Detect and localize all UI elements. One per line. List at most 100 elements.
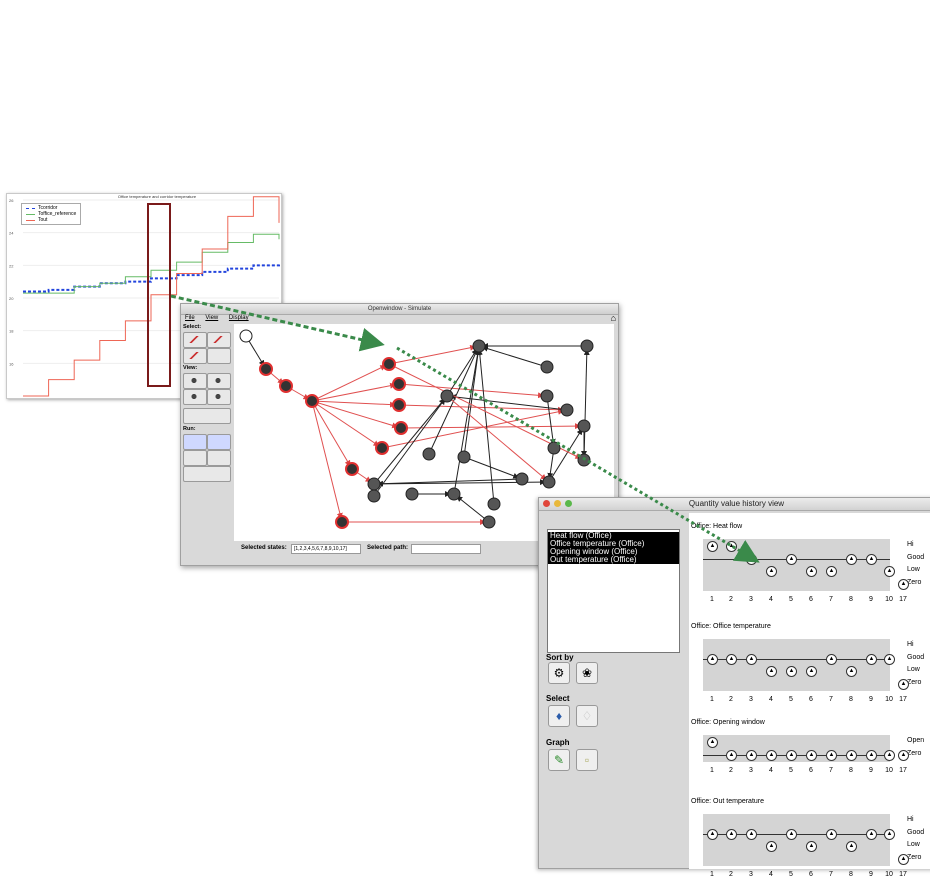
state-node[interactable] xyxy=(577,419,591,433)
view-tree-button[interactable] xyxy=(207,373,231,389)
state-node[interactable] xyxy=(457,450,471,464)
value-marker[interactable]: ▲ xyxy=(746,553,757,565)
state-node[interactable] xyxy=(382,357,396,371)
menu-file[interactable]: File xyxy=(185,315,195,321)
select-state-button[interactable] xyxy=(207,332,231,348)
value-marker[interactable]: ▲ xyxy=(707,828,718,840)
maximize-window-icon[interactable] xyxy=(565,500,572,507)
value-marker[interactable]: ▲ xyxy=(806,749,817,761)
value-marker[interactable]: ▲ xyxy=(884,653,895,665)
value-marker[interactable]: ▲ xyxy=(726,653,737,665)
value-marker[interactable]: ▲ xyxy=(884,749,895,761)
view-graph-button[interactable] xyxy=(183,373,207,389)
state-node[interactable] xyxy=(440,389,454,403)
view-dependencies-button[interactable] xyxy=(207,389,231,405)
state-node[interactable] xyxy=(547,441,561,455)
value-marker[interactable]: ▲ xyxy=(884,566,895,577)
value-marker[interactable]: ▲ xyxy=(707,737,718,748)
run-step-button[interactable] xyxy=(207,434,231,450)
value-marker[interactable]: ▲ xyxy=(786,828,797,840)
value-marker[interactable]: ▲ xyxy=(866,553,877,565)
value-marker[interactable]: ▲ xyxy=(786,666,797,677)
value-marker[interactable]: ▲ xyxy=(766,841,777,852)
state-node[interactable] xyxy=(542,475,556,489)
select-branch-button[interactable] xyxy=(183,348,207,364)
value-marker[interactable]: ▲ xyxy=(826,828,837,840)
deselect-button[interactable] xyxy=(207,348,231,364)
run-full-button[interactable] xyxy=(183,434,207,450)
value-marker[interactable]: ▲ xyxy=(707,541,718,552)
value-marker[interactable]: ▲ xyxy=(846,749,857,761)
select-all-button[interactable]: ♦ xyxy=(548,705,570,727)
minimize-window-icon[interactable] xyxy=(554,500,561,507)
run-stop-button[interactable] xyxy=(183,450,207,466)
value-marker[interactable]: ▲ xyxy=(866,749,877,761)
value-marker[interactable]: ▲ xyxy=(846,666,857,677)
state-node[interactable] xyxy=(367,477,381,491)
value-marker[interactable]: ▲ xyxy=(846,841,857,852)
value-marker[interactable]: ▲ xyxy=(746,828,757,840)
value-marker[interactable]: ▲ xyxy=(786,553,797,565)
selected-path-field[interactable] xyxy=(411,544,481,554)
value-marker[interactable]: ▲ xyxy=(726,828,737,840)
value-marker[interactable]: ▲ xyxy=(826,566,837,577)
state-node[interactable] xyxy=(305,394,319,408)
value-marker[interactable]: ▲ xyxy=(726,749,737,761)
run-options-button[interactable] xyxy=(183,466,231,482)
value-marker[interactable]: ▲ xyxy=(898,853,909,865)
value-marker[interactable]: ▲ xyxy=(766,566,777,577)
value-marker[interactable]: ▲ xyxy=(898,749,909,761)
state-node[interactable] xyxy=(405,487,419,501)
value-marker[interactable]: ▲ xyxy=(746,749,757,761)
quantity-list[interactable]: Heat flow (Office) Office temperature (O… xyxy=(547,529,680,653)
close-window-icon[interactable] xyxy=(543,500,550,507)
run-reset-button[interactable] xyxy=(207,450,231,466)
state-node[interactable] xyxy=(375,441,389,455)
view-history-button[interactable] xyxy=(183,408,231,424)
value-marker[interactable]: ▲ xyxy=(746,653,757,665)
value-marker[interactable]: ▲ xyxy=(707,653,718,665)
state-node[interactable] xyxy=(472,339,486,353)
state-node[interactable] xyxy=(367,489,381,503)
state-node[interactable] xyxy=(482,515,496,529)
state-node[interactable] xyxy=(577,453,591,467)
sort-by-state-button[interactable]: ⚙ xyxy=(548,662,570,684)
clear-graph-button[interactable]: ▫ xyxy=(576,749,598,771)
home-icon[interactable]: ⌂ xyxy=(611,313,616,323)
state-node[interactable] xyxy=(259,362,273,376)
value-marker[interactable]: ▲ xyxy=(806,666,817,677)
state-node[interactable] xyxy=(540,389,554,403)
value-marker[interactable]: ▲ xyxy=(806,566,817,577)
value-marker[interactable]: ▲ xyxy=(884,828,895,840)
value-marker[interactable]: ▲ xyxy=(806,841,817,852)
state-node[interactable] xyxy=(279,379,293,393)
state-node[interactable] xyxy=(487,497,501,511)
view-model-button[interactable] xyxy=(183,389,207,405)
state-node[interactable] xyxy=(447,487,461,501)
quantity-item[interactable]: Out temperature (Office) xyxy=(548,556,679,564)
value-marker[interactable]: ▲ xyxy=(726,541,737,552)
state-node[interactable] xyxy=(540,360,554,374)
state-node[interactable] xyxy=(394,421,408,435)
value-marker[interactable]: ▲ xyxy=(826,653,837,665)
state-node[interactable] xyxy=(392,377,406,391)
value-marker[interactable]: ▲ xyxy=(898,578,909,590)
menu-view[interactable]: View xyxy=(205,315,218,321)
value-marker[interactable]: ▲ xyxy=(766,666,777,677)
state-node[interactable] xyxy=(422,447,436,461)
sort-by-value-button[interactable]: ❀ xyxy=(576,662,598,684)
state-node[interactable] xyxy=(580,339,594,353)
value-marker[interactable]: ▲ xyxy=(866,828,877,840)
value-marker[interactable]: ▲ xyxy=(898,678,909,690)
state-node[interactable] xyxy=(515,472,529,486)
state-node[interactable] xyxy=(392,398,406,412)
export-graph-button[interactable]: ✎ xyxy=(548,749,570,771)
select-path-button[interactable] xyxy=(183,332,207,348)
selected-states-field[interactable]: [1,2,3,4,5,6,7,8,9,10,17] xyxy=(291,544,361,554)
state-node[interactable] xyxy=(345,462,359,476)
state-node[interactable] xyxy=(239,329,253,343)
menu-display[interactable]: Display xyxy=(229,315,249,321)
value-marker[interactable]: ▲ xyxy=(846,553,857,565)
deselect-all-button[interactable]: ♢ xyxy=(576,705,598,727)
value-marker[interactable]: ▲ xyxy=(786,749,797,761)
